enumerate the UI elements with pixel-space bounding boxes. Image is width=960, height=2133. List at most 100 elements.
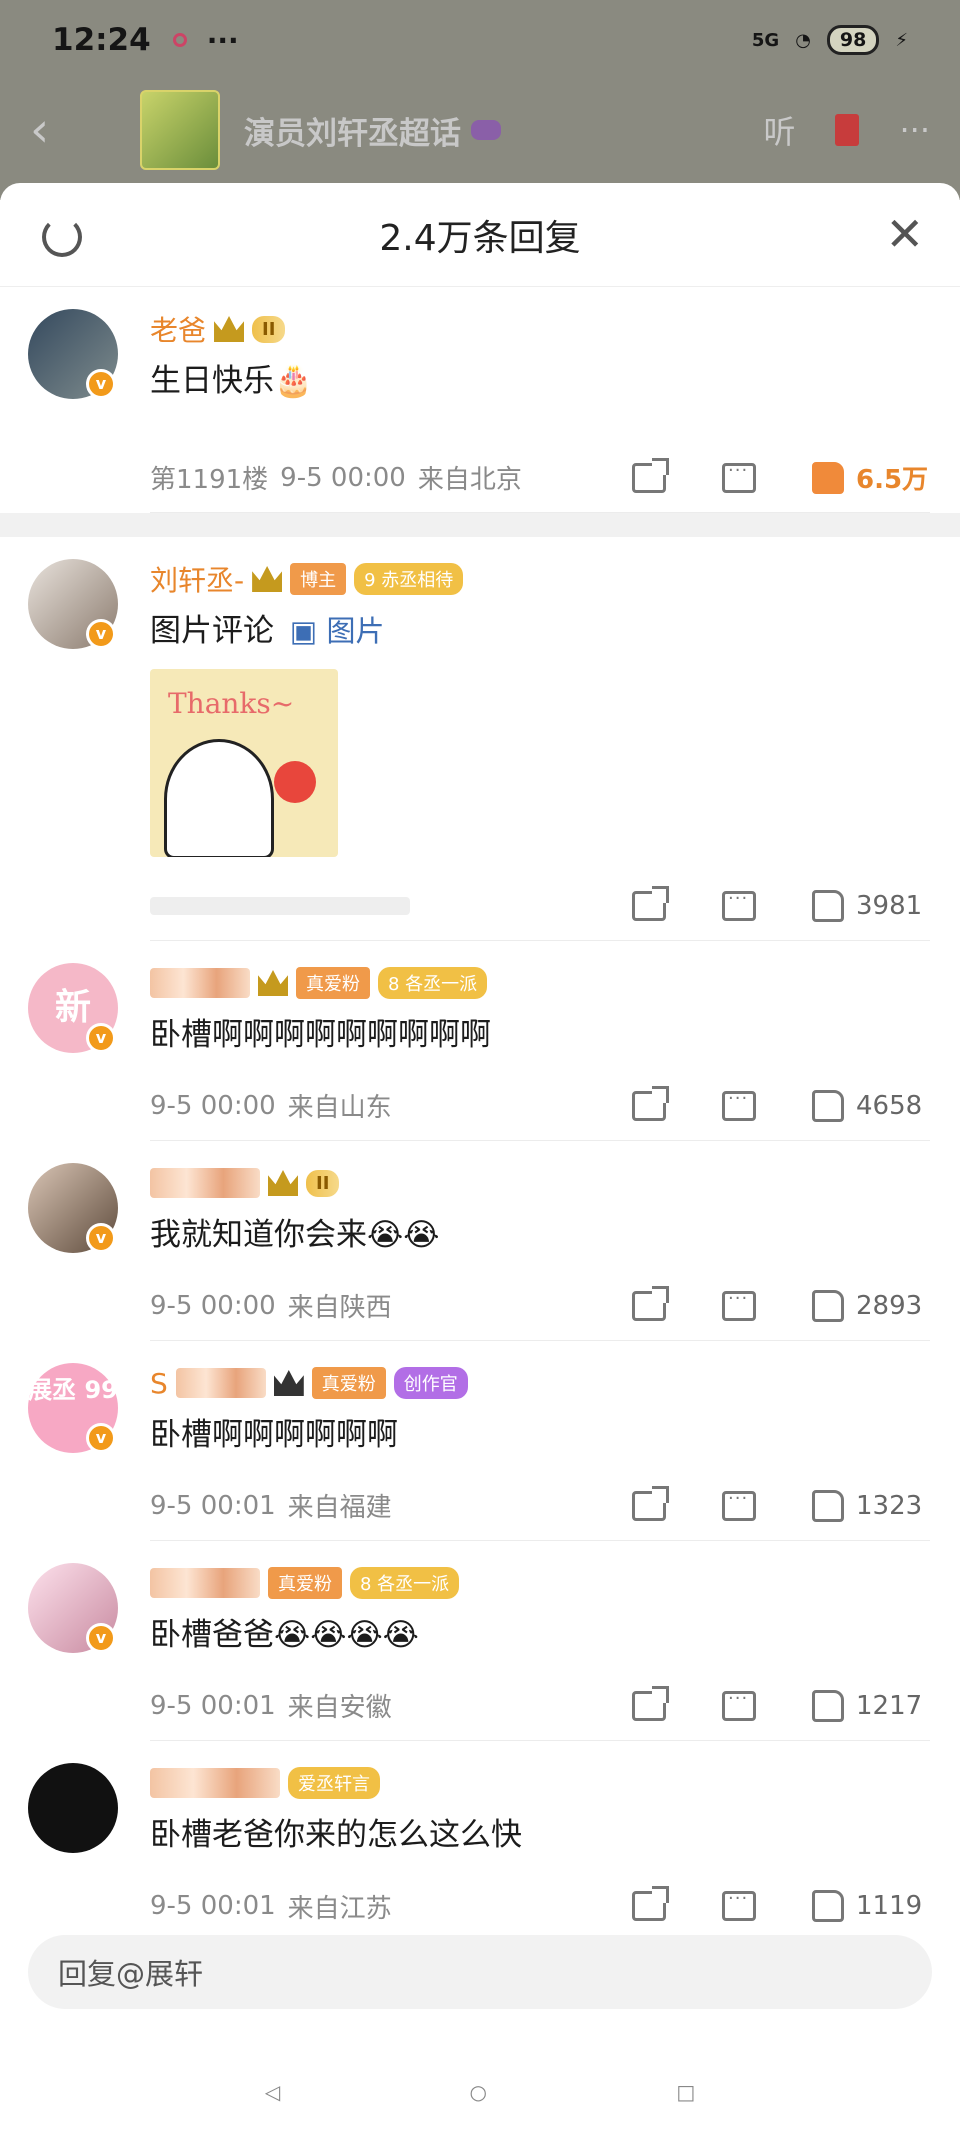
comment-image[interactable]: Thanks~	[150, 669, 338, 857]
like-icon	[812, 1489, 844, 1522]
share-icon[interactable]	[632, 1485, 669, 1521]
sheet-header: 2.4万条回复 ✕	[0, 183, 960, 287]
share-icon[interactable]	[632, 1285, 669, 1321]
comment-icon[interactable]	[722, 1888, 756, 1921]
verified-icon: v	[86, 1023, 116, 1053]
share-icon[interactable]	[632, 1685, 669, 1721]
crown-icon	[258, 970, 288, 996]
comment-text: 卧槽爸爸😭😭😭😭	[150, 1617, 419, 1653]
comment-item[interactable]: 展丞 99 v S 真爱粉 创作官 卧槽啊啊啊啊啊啊 9-5 00:01 来自福…	[0, 1341, 960, 1541]
section-divider	[0, 513, 960, 537]
comment-location: 来自福建	[287, 1493, 392, 1523]
like-button[interactable]: 1119	[812, 1890, 930, 1922]
like-count: 6.5万	[856, 465, 929, 495]
comment-time: 9-5 00:01	[150, 1891, 276, 1921]
comment-text: 生日快乐🎂	[150, 363, 313, 399]
like-button[interactable]: 1323	[812, 1489, 930, 1522]
avatar-text: 展丞 99	[28, 1376, 118, 1404]
image-caption: Thanks~	[168, 687, 295, 720]
username-partial[interactable]: S	[150, 1367, 168, 1400]
like-icon	[812, 889, 844, 922]
topic-title[interactable]: 演员刘轩丞超话	[244, 108, 461, 153]
share-icon[interactable]	[632, 457, 669, 493]
crown-icon	[273, 1370, 304, 1396]
comment-icon[interactable]	[722, 888, 756, 921]
blurred-username	[175, 1368, 266, 1398]
like-button[interactable]: 6.5万	[812, 459, 930, 496]
back-icon[interactable]: ‹	[30, 102, 90, 158]
comment-item[interactable]: v II 我就知道你会来😭😭 9-5 00:00 来自陕西 2893	[0, 1141, 960, 1341]
share-icon[interactable]	[632, 1886, 669, 1921]
group-badge: 8 各丞一派	[378, 967, 488, 999]
reply-input[interactable]: 回复@展轩	[28, 1935, 932, 2009]
comment-item[interactable]: v 老爸 II 生日快乐🎂 第1191楼 9-5 00:00 来自北京 6.5万	[0, 287, 960, 513]
username[interactable]: 刘轩丞-	[150, 559, 244, 599]
like-button[interactable]: 3981	[812, 889, 930, 922]
picture-link[interactable]: ▣ 图片	[290, 614, 385, 648]
comment-item[interactable]: 新 v 真爱粉 8 各丞一派 卧槽啊啊啊啊啊啊啊啊啊 9-5 00:00 来自山…	[0, 941, 960, 1141]
comment-item[interactable]: 爱丞轩言 卧槽老爸你来的怎么这么快 9-5 00:01 来自江苏 1119	[0, 1741, 960, 1941]
listen-icon[interactable]: 听	[763, 107, 795, 153]
comment-location: 来自安徽	[287, 1693, 392, 1723]
comment-item[interactable]: v 真爱粉 8 各丞一派 卧槽爸爸😭😭😭😭 9-5 00:01 来自安徽 121…	[0, 1541, 960, 1741]
signal-icon: 5G	[751, 29, 780, 51]
comment-time: 9-5 00:00	[280, 462, 406, 493]
top-bar: ‹ 演员刘轩丞超话 听 ···	[0, 90, 960, 170]
red-packet-icon[interactable]	[835, 114, 860, 146]
comment-icon[interactable]	[722, 1688, 756, 1721]
like-button[interactable]: 1217	[812, 1689, 930, 1722]
verified-icon: v	[86, 619, 116, 649]
like-button[interactable]: 2893	[812, 1289, 930, 1322]
comment-location: 来自江苏	[287, 1893, 392, 1924]
comment-text: 卧槽啊啊啊啊啊啊	[150, 1417, 398, 1453]
topic-thumbnail[interactable]	[140, 90, 220, 170]
like-button[interactable]: 4658	[812, 1089, 930, 1122]
avatar-text: 新	[54, 987, 91, 1028]
like-count: 3981	[856, 890, 923, 921]
comment-location: 来自北京	[417, 465, 522, 495]
close-icon[interactable]: ✕	[885, 207, 924, 261]
comment-time: 9-5 00:01	[150, 1690, 276, 1721]
like-count: 1217	[856, 1690, 923, 1721]
topic-level-icon	[471, 120, 501, 140]
more-icon[interactable]: ···	[899, 111, 930, 149]
floor-number: 第1191楼	[150, 465, 269, 495]
like-count: 2893	[856, 1290, 923, 1321]
comment-icon[interactable]	[722, 1488, 756, 1521]
comment-item[interactable]: v 刘轩丞- 博主 9 赤丞相待 图片评论 ▣ 图片 Thanks~ 3981	[0, 537, 960, 941]
nav-recents-icon[interactable]: □	[676, 2080, 695, 2104]
picture-link-label: 图片	[326, 614, 385, 648]
like-count: 1119	[856, 1891, 923, 1921]
blurred-meta	[150, 896, 410, 915]
verified-icon: v	[86, 1423, 116, 1453]
share-icon[interactable]	[632, 1085, 669, 1121]
comment-location: 来自陕西	[287, 1293, 392, 1323]
battery-icon: 98	[826, 25, 880, 55]
username[interactable]: 老爸	[150, 309, 206, 349]
replies-sheet: 2.4万条回复 ✕ v 老爸 II 生日快乐🎂 第1191楼 9-5 00:00…	[0, 183, 960, 2133]
like-icon	[812, 1890, 844, 1922]
status-time: 12:24	[52, 22, 151, 58]
refresh-icon[interactable]	[42, 217, 82, 257]
crown-icon	[214, 316, 245, 342]
share-icon[interactable]	[632, 885, 669, 921]
avatar[interactable]	[28, 1763, 118, 1853]
nav-home-icon[interactable]: ○	[470, 2080, 487, 2104]
group-badge: 爱丞轩言	[288, 1767, 380, 1799]
comment-icon[interactable]	[722, 460, 756, 493]
charging-icon: ⚡	[895, 29, 908, 51]
comment-text: 卧槽老爸你来的怎么这么快	[150, 1817, 522, 1853]
verified-icon: v	[86, 1623, 116, 1653]
like-icon	[812, 1689, 844, 1722]
fan-badge: 真爱粉	[268, 1567, 342, 1599]
crown-icon	[252, 566, 283, 592]
fan-badge: 9 赤丞相待	[354, 563, 464, 595]
comment-icon[interactable]	[722, 1088, 756, 1121]
comment-icon[interactable]	[722, 1288, 756, 1321]
like-count: 4658	[856, 1090, 923, 1121]
sheet-title: 2.4万条回复	[379, 217, 581, 259]
creator-badge: 创作官	[393, 1367, 468, 1399]
nav-back-icon[interactable]: ◁	[265, 2080, 280, 2104]
blurred-username	[150, 1168, 260, 1198]
like-count: 1323	[856, 1490, 923, 1521]
